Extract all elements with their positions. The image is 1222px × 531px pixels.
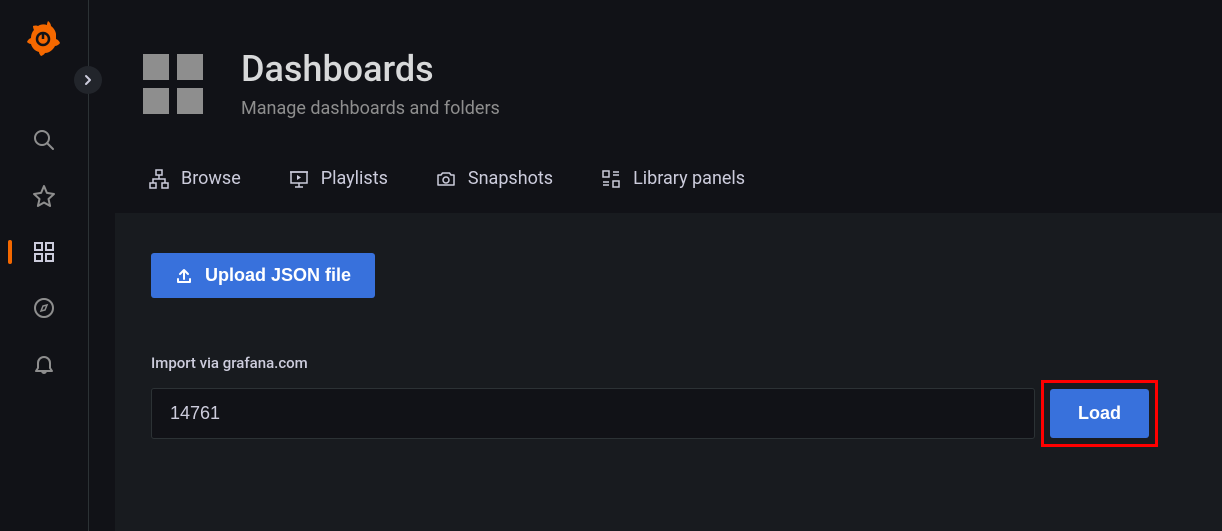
load-button[interactable]: Load xyxy=(1050,389,1149,438)
presentation-icon xyxy=(289,169,309,189)
page-header: Dashboards Manage dashboards and folders xyxy=(89,0,1222,120)
upload-button-label: Upload JSON file xyxy=(205,265,351,286)
grafana-logo-icon[interactable] xyxy=(26,20,62,56)
nav-search[interactable] xyxy=(0,112,89,168)
import-label: Import via grafana.com xyxy=(151,354,1186,372)
import-id-input[interactable] xyxy=(151,388,1035,439)
upload-json-button[interactable]: Upload JSON file xyxy=(151,253,375,298)
main-content: Dashboards Manage dashboards and folders… xyxy=(89,0,1222,531)
library-icon xyxy=(601,169,621,189)
tab-playlists[interactable]: Playlists xyxy=(289,160,388,197)
nav-dashboards[interactable] xyxy=(0,224,89,280)
tab-label: Browse xyxy=(181,168,241,189)
tab-label: Playlists xyxy=(321,168,388,189)
sidebar xyxy=(0,0,89,531)
dashboards-page-icon xyxy=(137,48,209,120)
load-highlight: Load xyxy=(1041,380,1158,447)
sitemap-icon xyxy=(149,169,169,189)
tabs-bar: Browse Playlists Snapshots Library panel… xyxy=(89,120,1222,197)
page-title: Dashboards xyxy=(241,48,500,90)
nav-alerting[interactable] xyxy=(0,336,89,392)
page-subtitle: Manage dashboards and folders xyxy=(241,98,500,119)
expand-sidebar-button[interactable] xyxy=(74,66,102,94)
nav-explore[interactable] xyxy=(0,280,89,336)
upload-icon xyxy=(175,267,193,285)
nav-starred[interactable] xyxy=(0,168,89,224)
tab-label: Library panels xyxy=(633,168,745,189)
camera-icon xyxy=(436,169,456,189)
tab-label: Snapshots xyxy=(468,168,553,189)
compass-icon xyxy=(32,296,56,320)
tab-library-panels[interactable]: Library panels xyxy=(601,160,745,197)
dashboards-icon xyxy=(32,240,56,264)
search-icon xyxy=(32,128,56,152)
tab-browse[interactable]: Browse xyxy=(149,160,241,197)
tab-snapshots[interactable]: Snapshots xyxy=(436,160,553,197)
bell-icon xyxy=(32,352,56,376)
import-section: Import via grafana.com Load xyxy=(151,354,1186,447)
star-icon xyxy=(32,184,56,208)
content-area: Upload JSON file Import via grafana.com … xyxy=(115,213,1222,531)
